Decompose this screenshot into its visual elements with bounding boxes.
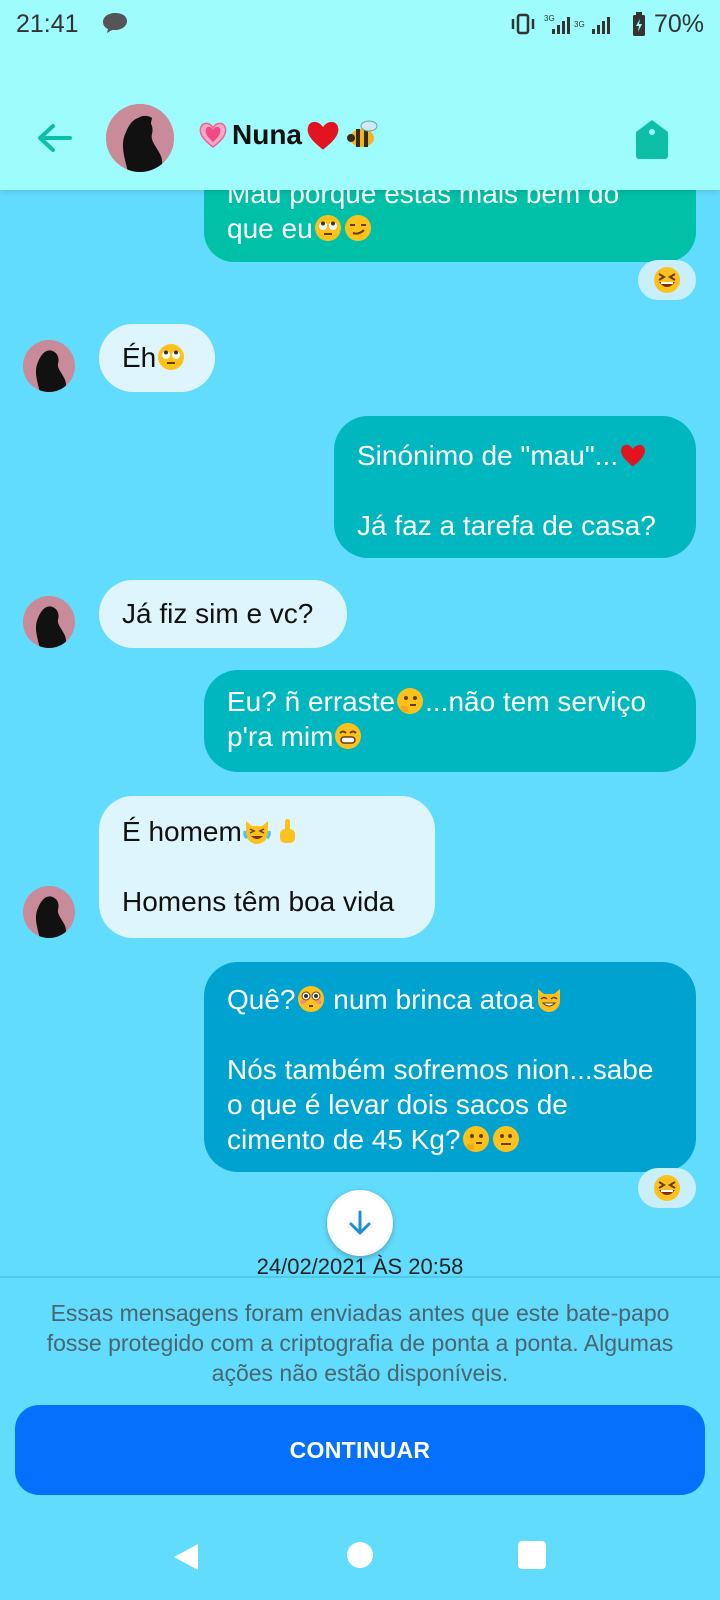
message-bubble-incoming[interactable]: Éh [99, 324, 215, 392]
message-bubble-incoming[interactable]: Já fiz sim e vc? [99, 580, 347, 648]
network-label-1: 3G [544, 14, 555, 23]
status-time: 21:41 [16, 10, 79, 38]
chat-notification-icon [103, 13, 127, 33]
message-bubble-incoming[interactable]: É homem Homens têm boa vida [99, 796, 435, 938]
battery-icon [632, 12, 645, 36]
contact-avatar[interactable] [106, 104, 174, 172]
tag-icon[interactable] [634, 118, 670, 160]
status-icons: 3G 3G 70% [510, 10, 704, 38]
message-reaction[interactable] [638, 1168, 696, 1208]
contact-name-text: Nuna [232, 119, 302, 150]
status-bar: 21:41 3G 3G 70% [0, 0, 720, 50]
back-triangle-icon[interactable] [172, 1542, 200, 1572]
cat-tears-of-joy-icon [243, 821, 271, 844]
continue-button[interactable]: CONTINUAR [15, 1405, 705, 1495]
middle-finger-icon [279, 819, 295, 843]
battery-percent: 70% [653, 9, 704, 38]
encryption-notice: Essas mensagens foram enviadas antes que… [46, 1300, 674, 1386]
home-circle-icon[interactable] [347, 1542, 373, 1568]
scroll-to-bottom-button[interactable] [327, 1190, 393, 1256]
thinking-face-icon [462, 1126, 489, 1152]
beaming-face-icon [335, 723, 362, 749]
smirking-face-icon [344, 215, 371, 241]
avatar-silhouette-icon [23, 596, 75, 648]
divider [0, 1276, 720, 1278]
sender-avatar[interactable] [23, 886, 75, 938]
bee-icon [347, 120, 378, 147]
message-text-line2: Já faz a tarefa de casa? [357, 510, 656, 541]
message-text-part2: num brinca atoa [325, 984, 535, 1015]
message-text-part1: Eu? ñ erraste [227, 686, 396, 717]
system-navigation-bar [0, 1510, 720, 1600]
message-text-line2: Homens têm boa vida [122, 886, 395, 917]
face-rolling-eyes-icon [314, 215, 341, 241]
sender-avatar[interactable] [23, 596, 75, 648]
message-reaction[interactable] [638, 260, 696, 300]
sender-avatar[interactable] [23, 340, 75, 392]
back-arrow-icon[interactable] [34, 118, 74, 158]
message-text: Éh [122, 342, 157, 373]
grinning-cat-icon [538, 989, 561, 1012]
recents-square-icon[interactable] [518, 1541, 546, 1569]
vibrate-icon [511, 13, 535, 35]
grinning-squinting-face-icon [654, 267, 680, 293]
signal-icon: 3G 3G [544, 14, 610, 34]
thinking-face-icon [397, 688, 424, 714]
message-text-line1: Sinónimo de "mau"... [357, 440, 619, 471]
sparkling-heart-icon [199, 122, 227, 148]
message-bubble-outgoing[interactable]: Quê? num brinca atoa Nós também sofremos… [204, 962, 696, 1172]
message-text: Já fiz sim e vc? [122, 598, 314, 629]
avatar-silhouette-icon [23, 886, 75, 938]
app-header: 21:41 3G 3G 70% Nuna [0, 0, 720, 190]
grinning-squinting-face-icon [654, 1175, 680, 1201]
message-text-line2: Nós também sofremos nion...sabe o que é … [227, 1054, 654, 1155]
face-rolling-eyes-icon [158, 344, 185, 370]
flushed-face-icon [297, 986, 324, 1012]
red-heart-icon [621, 444, 646, 467]
red-heart-icon [307, 121, 339, 150]
avatar-silhouette-icon [23, 340, 75, 392]
arrow-down-icon [349, 1210, 371, 1235]
neutral-face-icon [492, 1126, 519, 1152]
message-bubble-outgoing[interactable]: Sinónimo de "mau"... Já faz a tarefa de … [334, 416, 696, 558]
message-text-line1: É homem [122, 816, 242, 847]
network-label-2: 3G [574, 20, 585, 29]
contact-name[interactable]: Nuna [196, 118, 382, 152]
avatar-silhouette-icon [106, 104, 174, 172]
message-text-part1: Quê? [227, 984, 296, 1015]
message-bubble-outgoing[interactable]: Eu? ñ erraste ...não tem serviço p'ra mim [204, 670, 696, 772]
